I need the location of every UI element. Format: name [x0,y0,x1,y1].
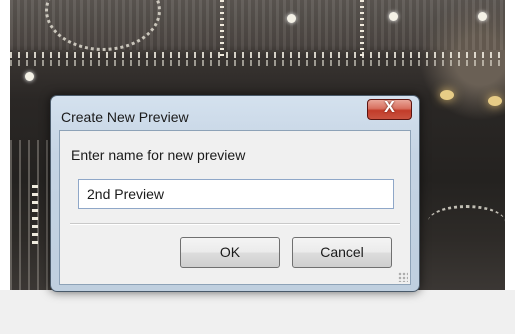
porch-light [440,90,454,100]
preview-name-input[interactable] [78,179,394,209]
porch-light [488,96,502,106]
ok-button[interactable]: OK [180,237,280,268]
dialog-body: Enter name for new preview OK Cancel [59,130,411,285]
fence [10,140,52,290]
light-string [360,0,364,60]
light-bulb [389,12,398,21]
bottom-panel [0,290,515,334]
light-bulb [478,12,487,21]
close-button[interactable]: X [367,99,412,120]
create-preview-dialog: Create New Preview X Enter name for new … [50,95,420,292]
light-string [10,60,505,66]
dialog-title: Create New Preview [61,109,189,125]
resize-grip-icon[interactable] [398,272,408,282]
prompt-label: Enter name for new preview [71,147,246,163]
title-bar[interactable]: Create New Preview X [51,96,419,130]
cancel-button[interactable]: Cancel [292,237,392,268]
frame-edge [505,0,515,290]
light-string [10,52,505,58]
light-string [220,0,224,60]
divider [70,223,400,225]
frame-edge [0,0,10,290]
close-icon: X [384,99,395,116]
light-string [32,185,38,245]
light-string [428,205,505,238]
light-bulb [287,14,296,23]
light-bulb [25,72,34,81]
